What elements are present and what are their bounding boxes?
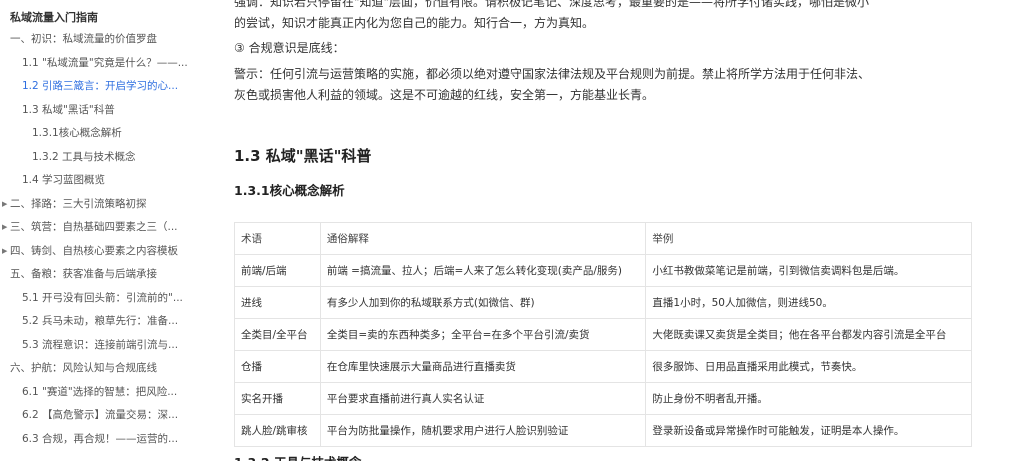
table-cell: 全类目/全平台 bbox=[234, 318, 321, 351]
toc-item-label: 6.1 "赛道"选择的智慧：把风险... bbox=[22, 385, 178, 398]
toc-item[interactable]: 1.3 私域"黑话"科普 bbox=[0, 99, 205, 123]
table-cell: 登录新设备或异常操作时可能触发，证明是本人操作。 bbox=[645, 414, 972, 447]
table-row: 全类目/全平台 全类目=卖的东西种类多；全平台=在多个平台引流/卖货 大佬既卖课又卖… bbox=[234, 318, 972, 351]
toc-item[interactable]: 1.3.1核心概念解析 bbox=[0, 122, 205, 146]
toc-item-label: 1.1 "私域流量"究竟是什么？——... bbox=[22, 56, 188, 69]
intro-paragraph: 强调：知识若只停留在"知道"层面，价值有限。请积极记笔记、深度思考，最重要的是—… bbox=[234, 0, 870, 30]
table-cell: 很多服饰、日用品直播采用此模式，节奏快。 bbox=[645, 350, 972, 383]
table-cell: 全类目=卖的东西种类多；全平台=在多个平台引流/卖货 bbox=[319, 318, 647, 351]
table-row: 仓播 在仓库里快速展示大量商品进行直播卖货 很多服饰、日用品直播采用此模式，节奏快。 bbox=[234, 350, 972, 383]
table-row: 跳人脸/跳审核 平台为防批量操作，随机要求用户进行人脸识别验证 登录新设备或异常操作… bbox=[234, 414, 972, 447]
toc-item-label: 1.2 引路三箴言：开启学习的心... bbox=[22, 80, 179, 92]
toc-item[interactable]: 1.2 引路三箴言：开启学习的心... bbox=[0, 75, 205, 99]
toc-item-label: 五、备粮：获客准备与后端承接 bbox=[10, 268, 157, 280]
table-cell: 前端/后端 bbox=[234, 254, 321, 287]
caret-right-icon[interactable]: ▶ bbox=[2, 193, 7, 217]
toc-item-label: 1.3 私域"黑话"科普 bbox=[22, 103, 115, 116]
toc-item-label: 1.4 学习蓝图概览 bbox=[22, 174, 106, 186]
next-subsection-title: 1.3.2 工具与技术概念 bbox=[234, 452, 361, 461]
toc-item[interactable]: 1.1 "私域流量"究竟是什么？——... bbox=[0, 52, 205, 76]
compliance-heading: ③ 合规意识是底线： bbox=[234, 41, 345, 55]
section-title: 1.3 私域"黑话"科普 bbox=[234, 147, 372, 165]
table-cell: 小红书教做菜笔记是前端，引到微信卖调料包是后端。 bbox=[645, 254, 972, 287]
toc-item-label: 四、铸剑、自热核心要素之内容模板 bbox=[10, 244, 178, 257]
header-term: 术语 bbox=[234, 222, 321, 255]
toc-item-label: 6.2 【高危警示】流量交易：深... bbox=[22, 409, 179, 421]
toc-item-label: 一、初识：私域流量的价值罗盘 bbox=[10, 33, 157, 45]
toc-item[interactable]: 5.1 开弓没有回头箭：引流前的"... bbox=[0, 287, 205, 311]
table-header-row: 术语 通俗解释 举例 bbox=[234, 222, 972, 255]
table-row: 前端/后端 前端 =搞流量、拉人；后端=人来了怎么转化变现(卖产品/服务) 小红书教… bbox=[234, 254, 972, 287]
table-cell: 大佬既卖课又卖货是全类目；他在各平台都发内容引流是全平台 bbox=[645, 318, 972, 351]
caret-right-icon[interactable]: ▶ bbox=[2, 240, 7, 264]
table-cell: 跳人脸/跳审核 bbox=[234, 414, 321, 447]
document-content: 强调：知识若只停留在"知道"层面，价值有限。请积极记笔记、深度思考，最重要的是—… bbox=[205, 0, 1024, 461]
table-cell: 前端 =搞流量、拉人；后端=人来了怎么转化变现(卖产品/服务) bbox=[319, 254, 647, 287]
toc-item-label: 六、护航：风险认知与合规底线 bbox=[10, 362, 157, 374]
table-cell: 仓播 bbox=[234, 350, 321, 383]
toc-item[interactable]: ▶ 四、铸剑、自热核心要素之内容模板 bbox=[0, 240, 205, 264]
table-cell: 平台要求直播前进行真人实名认证 bbox=[319, 382, 647, 415]
toc-item[interactable]: 6.1 "赛道"选择的智慧：把风险... bbox=[0, 381, 205, 405]
toc-item[interactable]: 五、备粮：获客准备与后端承接 bbox=[0, 263, 205, 287]
toc-item-label: 6.3 合规，再合规！——运营的... bbox=[22, 432, 179, 445]
toc-item-label: 三、筑营：自热基础四要素之三（... bbox=[10, 221, 178, 233]
table-row: 实名开播 平台要求直播前进行真人实名认证 防止身份不明者乱开播。 bbox=[234, 382, 972, 415]
table-row: 进线 有多少人加到你的私域联系方式(如微信、群) 直播1小时，50人加微信，则进线5… bbox=[234, 286, 972, 319]
toc-item-label: 二、择路：三大引流策略初探 bbox=[10, 197, 147, 210]
toc-item-label: 1.3.1核心概念解析 bbox=[32, 127, 122, 139]
toc-item[interactable]: 一、初识：私域流量的价值罗盘 bbox=[0, 28, 205, 52]
toc-item-label: 5.1 开弓没有回头箭：引流前的"... bbox=[22, 291, 183, 304]
toc-item[interactable]: 1.3.2 工具与技术概念 bbox=[0, 146, 205, 170]
warning-paragraph: 警示：任何引流与运营策略的实施，都必须以绝对遵守国家法律法规及平台规则为前提。禁… bbox=[234, 67, 871, 102]
subsection-title: 1.3.1核心概念解析 bbox=[234, 183, 345, 198]
toc-item[interactable]: ▶ 二、择路：三大引流策略初探 bbox=[0, 193, 205, 217]
toc-item-label: 5.2 兵马未动，粮草先行：准备... bbox=[22, 315, 179, 327]
toc-item[interactable]: ▶ 三、筑营：自热基础四要素之三（... bbox=[0, 216, 205, 240]
header-explanation: 通俗解释 bbox=[319, 222, 647, 255]
table-cell: 直播1小时，50人加微信，则进线50。 bbox=[645, 286, 972, 319]
terms-table: 术语 通俗解释 举例 前端/后端 前端 =搞流量、拉人；后端=人来了怎么转化变现(… bbox=[234, 222, 972, 447]
toc-sidebar: 私域流量入门指南 一、初识：私域流量的价值罗盘 1.1 "私域流量"究竟是什么？—… bbox=[0, 0, 205, 461]
toc-item[interactable]: 六、护航：风险认知与合规底线 bbox=[0, 357, 205, 381]
toc-item[interactable]: 1.4 学习蓝图概览 bbox=[0, 169, 205, 193]
toc-title: 私域流量入门指南 bbox=[10, 11, 98, 24]
toc-item-label: 1.3.2 工具与技术概念 bbox=[32, 150, 136, 163]
table-cell: 在仓库里快速展示大量商品进行直播卖货 bbox=[319, 350, 647, 383]
toc-item[interactable]: 5.2 兵马未动，粮草先行：准备... bbox=[0, 310, 205, 334]
toc-item[interactable]: 6.2 【高危警示】流量交易：深... bbox=[0, 404, 205, 428]
caret-right-icon[interactable]: ▶ bbox=[2, 216, 7, 240]
table-cell: 进线 bbox=[234, 286, 321, 319]
toc-item-label: 5.3 流程意识：连接前端引流与... bbox=[22, 338, 179, 351]
table-cell: 实名开播 bbox=[234, 382, 321, 415]
toc-item[interactable]: 5.3 流程意识：连接前端引流与... bbox=[0, 334, 205, 358]
header-example: 举例 bbox=[645, 222, 972, 255]
table-cell: 防止身份不明者乱开播。 bbox=[645, 382, 972, 415]
toc-item[interactable]: 6.3 合规，再合规！——运营的... bbox=[0, 428, 205, 452]
toc-list: 一、初识：私域流量的价值罗盘 1.1 "私域流量"究竟是什么？——... 1.2 引… bbox=[0, 28, 205, 451]
table-cell: 有多少人加到你的私域联系方式(如微信、群) bbox=[319, 286, 647, 319]
table-cell: 平台为防批量操作，随机要求用户进行人脸识别验证 bbox=[319, 414, 647, 447]
